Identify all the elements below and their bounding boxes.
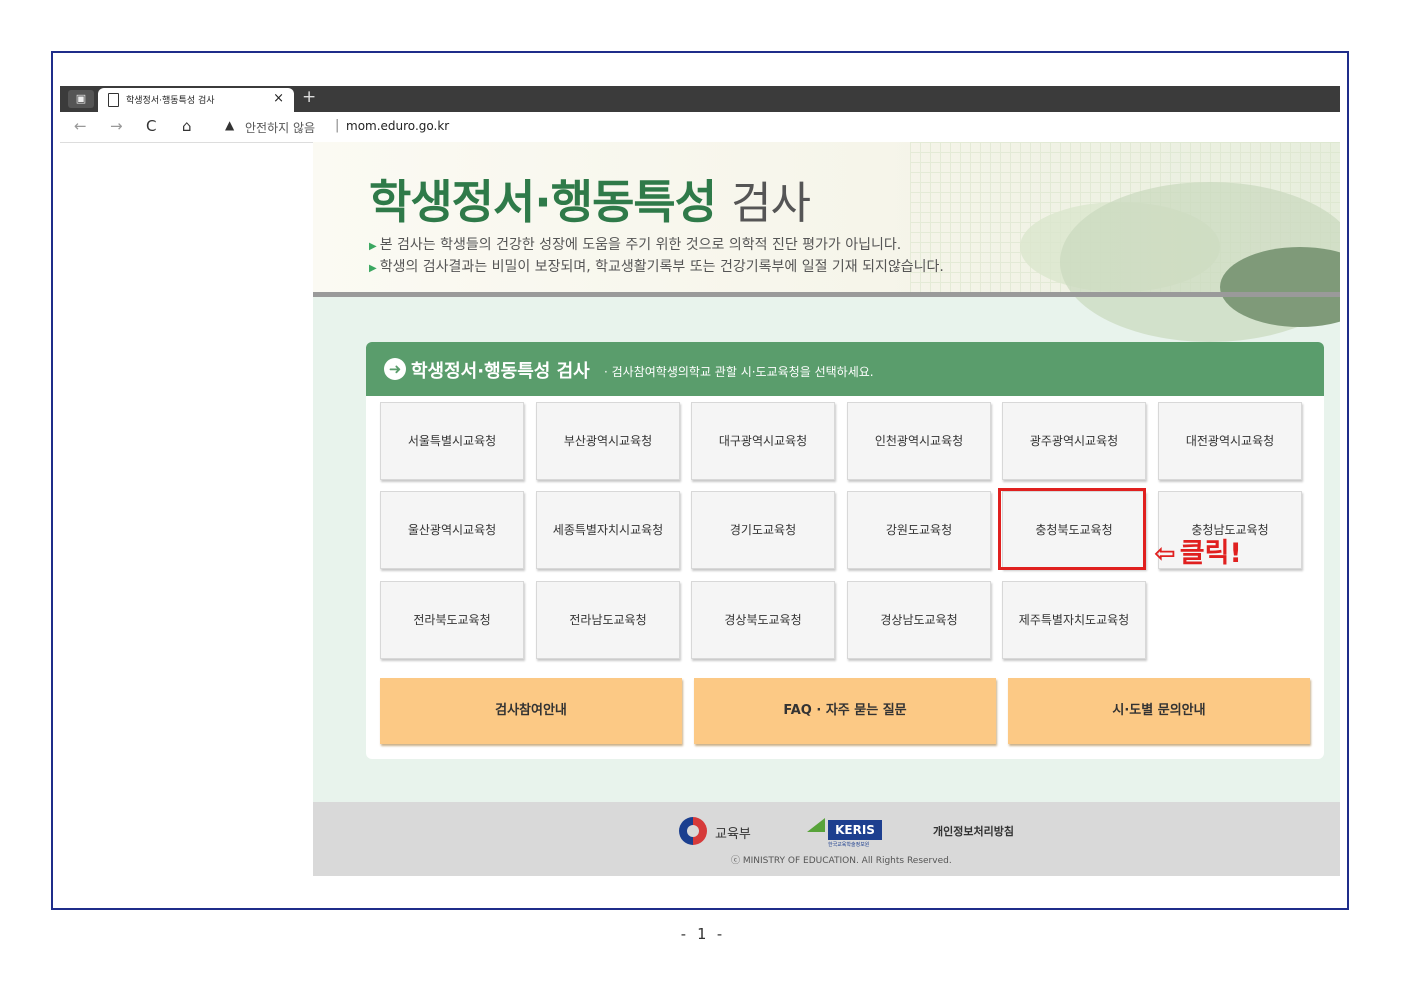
office-button-gyeonggi[interactable]: 경기도교육청 <box>691 491 835 569</box>
panel-subtitle: · 검사참여학생의학교 관할 시·도교육청을 선택하세요. <box>604 365 874 379</box>
arrow-right-icon: ➜ <box>384 358 406 380</box>
office-button-daejeon[interactable]: 대전광역시교육청 <box>1158 402 1302 480</box>
tab-title: 학생정서·행동특성 검사 <box>126 96 215 106</box>
office-button-gyeongbuk[interactable]: 경상북도교육청 <box>691 581 835 659</box>
reload-icon[interactable]: C <box>146 117 156 135</box>
keris-logo: KERIS <box>828 820 882 840</box>
arrow-left-icon: ⇦ <box>1154 539 1176 569</box>
privacy-policy-link[interactable]: 개인정보처리방침 <box>933 823 1014 839</box>
address-bar-row: ← → C ⌂ ▲ 안전하지 않음 | mom.eduro.go.kr <box>60 112 1340 143</box>
notice-text: 본 검사는 학생들의 건강한 성장에 도움을 주기 위한 것으로 의학적 진단 … <box>379 237 902 253</box>
browser-tab[interactable]: 학생정서·행동특성 검사 × <box>98 88 294 112</box>
url-input[interactable]: ▲ 안전하지 않음 | mom.eduro.go.kr <box>213 116 1333 138</box>
page-icon <box>108 93 119 107</box>
ministry-logo-icon <box>679 817 707 845</box>
notice-line: ▶ 학생의 검사결과는 비밀이 보장되며, 학교생활기록부 또는 건강기록부에 일… <box>369 256 944 276</box>
url-text[interactable]: mom.eduro.go.kr <box>346 119 449 133</box>
page-number: - 1 - <box>678 925 725 943</box>
office-button-busan[interactable]: 부산광역시교육청 <box>536 402 680 480</box>
url-separator: | <box>335 118 340 133</box>
highlight-box <box>998 488 1146 570</box>
browser-tab-bar: ▣ 학생정서·행동특성 검사 × + <box>60 86 1340 112</box>
panel-header: ➜ 학생정서·행동특성 검사 · 검사참여학생의학교 관할 시·도교육청을 선택… <box>366 342 1324 396</box>
office-button-gangwon[interactable]: 강원도교육청 <box>847 491 991 569</box>
faq-button[interactable]: FAQ · 자주 묻는 질문 <box>694 678 996 744</box>
bullet-icon: ▶ <box>369 241 377 252</box>
back-icon[interactable]: ← <box>74 117 87 135</box>
bullet-icon: ▶ <box>369 263 377 274</box>
regional-contact-button[interactable]: 시·도별 문의안내 <box>1008 678 1310 744</box>
page-title-light: 검사 <box>731 178 811 229</box>
callout-label: 클릭! <box>1179 538 1242 569</box>
web-page: 학생정서·행동특성 검사 ▶ 본 검사는 학생들의 건강한 성장에 도움을 주기 … <box>313 142 1340 876</box>
panel-title: 학생정서·행동특성 검사 <box>411 361 590 382</box>
ministry-name: 교육부 <box>715 827 751 842</box>
hero-banner: 학생정서·행동특성 검사 ▶ 본 검사는 학생들의 건강한 성장에 도움을 주기 … <box>313 142 1340 342</box>
participation-guide-button[interactable]: 검사참여안내 <box>380 678 682 744</box>
office-button-ulsan[interactable]: 울산광역시교육청 <box>380 491 524 569</box>
tab-actions-icon[interactable]: ▣ <box>68 90 94 108</box>
keris-logo-icon <box>807 818 825 832</box>
click-callout: ⇦ 클릭! <box>1154 531 1242 570</box>
close-tab-icon[interactable]: × <box>273 91 284 106</box>
office-button-jeonbuk[interactable]: 전라북도교육청 <box>380 581 524 659</box>
keris-subtitle: 한국교육학술정보원 <box>828 842 870 848</box>
page-title: 학생정서·행동특성 검사 <box>369 166 811 232</box>
home-icon[interactable]: ⌂ <box>182 117 192 135</box>
office-button-gyeongnam[interactable]: 경상남도교육청 <box>847 581 991 659</box>
office-button-jeju[interactable]: 제주특별자치도교육청 <box>1002 581 1146 659</box>
forward-icon[interactable]: → <box>110 117 123 135</box>
page-title-bold: 학생정서·행동특성 <box>369 175 717 229</box>
office-button-gwangju[interactable]: 광주광역시교육청 <box>1002 402 1146 480</box>
office-button-daegu[interactable]: 대구광역시교육청 <box>691 402 835 480</box>
office-button-jeonnam[interactable]: 전라남도교육청 <box>536 581 680 659</box>
security-status[interactable]: 안전하지 않음 <box>245 119 315 136</box>
notice-text: 학생의 검사결과는 비밀이 보장되며, 학교생활기록부 또는 건강기록부에 일절… <box>379 259 944 275</box>
office-button-sejong[interactable]: 세종특별자치시교육청 <box>536 491 680 569</box>
footer: 교육부 KERIS 한국교육학술정보원 개인정보처리방침 ⓒ MINISTRY … <box>313 802 1340 876</box>
office-button-incheon[interactable]: 인천광역시교육청 <box>847 402 991 480</box>
hero-divider <box>313 292 1340 297</box>
office-button-seoul[interactable]: 서울특별시교육청 <box>380 402 524 480</box>
copyright-text: ⓒ MINISTRY OF EDUCATION. All Rights Rese… <box>731 856 952 866</box>
new-tab-button[interactable]: + <box>302 87 316 107</box>
notice-line: ▶ 본 검사는 학생들의 건강한 성장에 도움을 주기 위한 것으로 의학적 진단… <box>369 234 901 254</box>
warning-icon[interactable]: ▲ <box>225 118 234 132</box>
